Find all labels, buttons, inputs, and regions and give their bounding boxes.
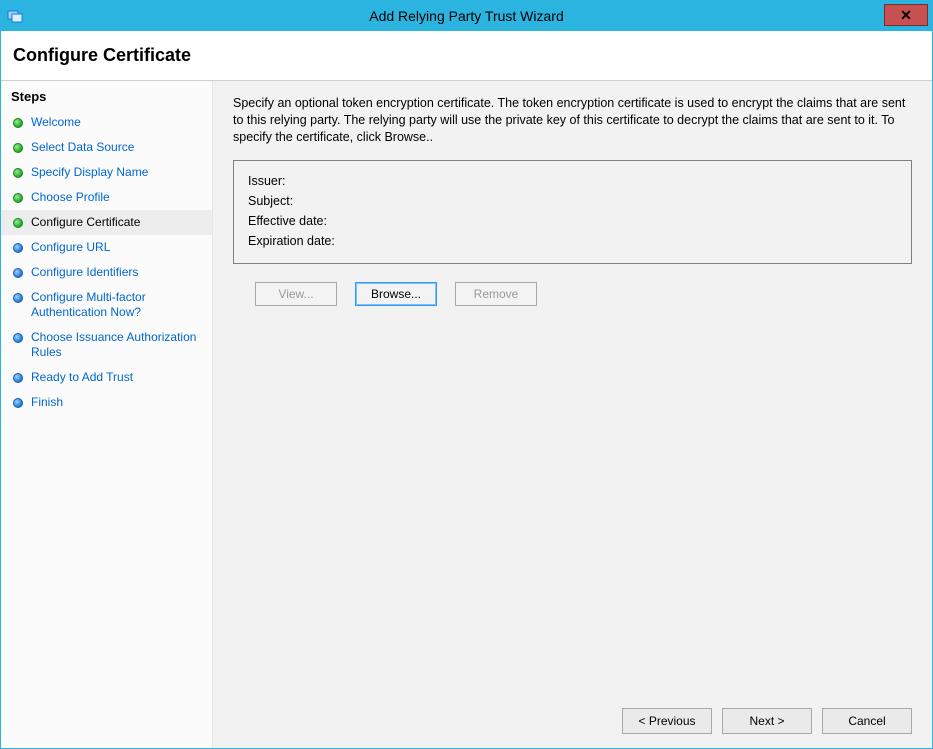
step-bullet-icon <box>13 218 23 228</box>
steps-sidebar: Steps Welcome Select Data Source Specify D… <box>1 81 213 748</box>
certificate-buttons-row: View... Browse... Remove <box>233 282 912 306</box>
step-item[interactable]: Configure Multi-factor Authentication No… <box>1 285 212 325</box>
cert-effective-row: Effective date: <box>248 211 897 231</box>
step-label: Choose Issuance Authorization Rules <box>31 330 202 360</box>
cert-effective-label: Effective date: <box>248 214 327 228</box>
step-bullet-icon <box>13 333 23 343</box>
step-bullet-icon <box>13 118 23 128</box>
step-label: Configure Identifiers <box>31 265 138 280</box>
wizard-body: Steps Welcome Select Data Source Specify D… <box>1 80 932 748</box>
step-bullet-icon <box>13 143 23 153</box>
step-bullet-icon <box>13 268 23 278</box>
step-bullet-icon <box>13 168 23 178</box>
step-item[interactable]: Welcome <box>1 110 212 135</box>
steps-heading: Steps <box>1 85 212 110</box>
instructions-text: Specify an optional token encryption cer… <box>233 95 912 146</box>
remove-button: Remove <box>455 282 537 306</box>
step-item[interactable]: Configure URL <box>1 235 212 260</box>
view-button: View... <box>255 282 337 306</box>
cert-issuer-row: Issuer: <box>248 171 897 191</box>
step-label: Configure URL <box>31 240 110 255</box>
cert-issuer-label: Issuer: <box>248 174 286 188</box>
step-label: Choose Profile <box>31 190 110 205</box>
step-label: Select Data Source <box>31 140 134 155</box>
cert-expiration-label: Expiration date: <box>248 234 335 248</box>
titlebar: Add Relying Party Trust Wizard ✕ <box>1 1 932 31</box>
step-item[interactable]: Ready to Add Trust <box>1 365 212 390</box>
step-item[interactable]: Choose Profile <box>1 185 212 210</box>
main-panel: Specify an optional token encryption cer… <box>213 81 932 748</box>
step-label: Specify Display Name <box>31 165 148 180</box>
certificate-details-box: Issuer: Subject: Effective date: Expirat… <box>233 160 912 264</box>
step-label: Configure Multi-factor Authentication No… <box>31 290 202 320</box>
cert-subject-row: Subject: <box>248 191 897 211</box>
step-item[interactable]: Finish <box>1 390 212 415</box>
wizard-window: Add Relying Party Trust Wizard ✕ Configu… <box>0 0 933 749</box>
step-item[interactable]: Specify Display Name <box>1 160 212 185</box>
step-label: Finish <box>31 395 63 410</box>
window-title: Add Relying Party Trust Wizard <box>1 8 932 24</box>
step-label: Configure Certificate <box>31 215 140 230</box>
previous-button[interactable]: < Previous <box>622 708 712 734</box>
step-item[interactable]: Select Data Source <box>1 135 212 160</box>
next-button[interactable]: Next > <box>722 708 812 734</box>
step-item[interactable]: Choose Issuance Authorization Rules <box>1 325 212 365</box>
step-bullet-icon <box>13 373 23 383</box>
step-bullet-icon <box>13 398 23 408</box>
step-label: Welcome <box>31 115 81 130</box>
step-label: Ready to Add Trust <box>31 370 133 385</box>
close-icon: ✕ <box>900 7 912 24</box>
step-bullet-icon <box>13 193 23 203</box>
close-button[interactable]: ✕ <box>884 4 928 26</box>
step-bullet-icon <box>13 293 23 303</box>
app-icon <box>7 8 23 24</box>
wizard-nav-footer: < Previous Next > Cancel <box>622 708 912 734</box>
browse-button[interactable]: Browse... <box>355 282 437 306</box>
cert-subject-label: Subject: <box>248 194 293 208</box>
page-title: Configure Certificate <box>1 31 932 80</box>
step-bullet-icon <box>13 243 23 253</box>
step-item[interactable]: Configure Identifiers <box>1 260 212 285</box>
cancel-button[interactable]: Cancel <box>822 708 912 734</box>
cert-expiration-row: Expiration date: <box>248 231 897 251</box>
step-item[interactable]: Configure Certificate <box>1 210 212 235</box>
